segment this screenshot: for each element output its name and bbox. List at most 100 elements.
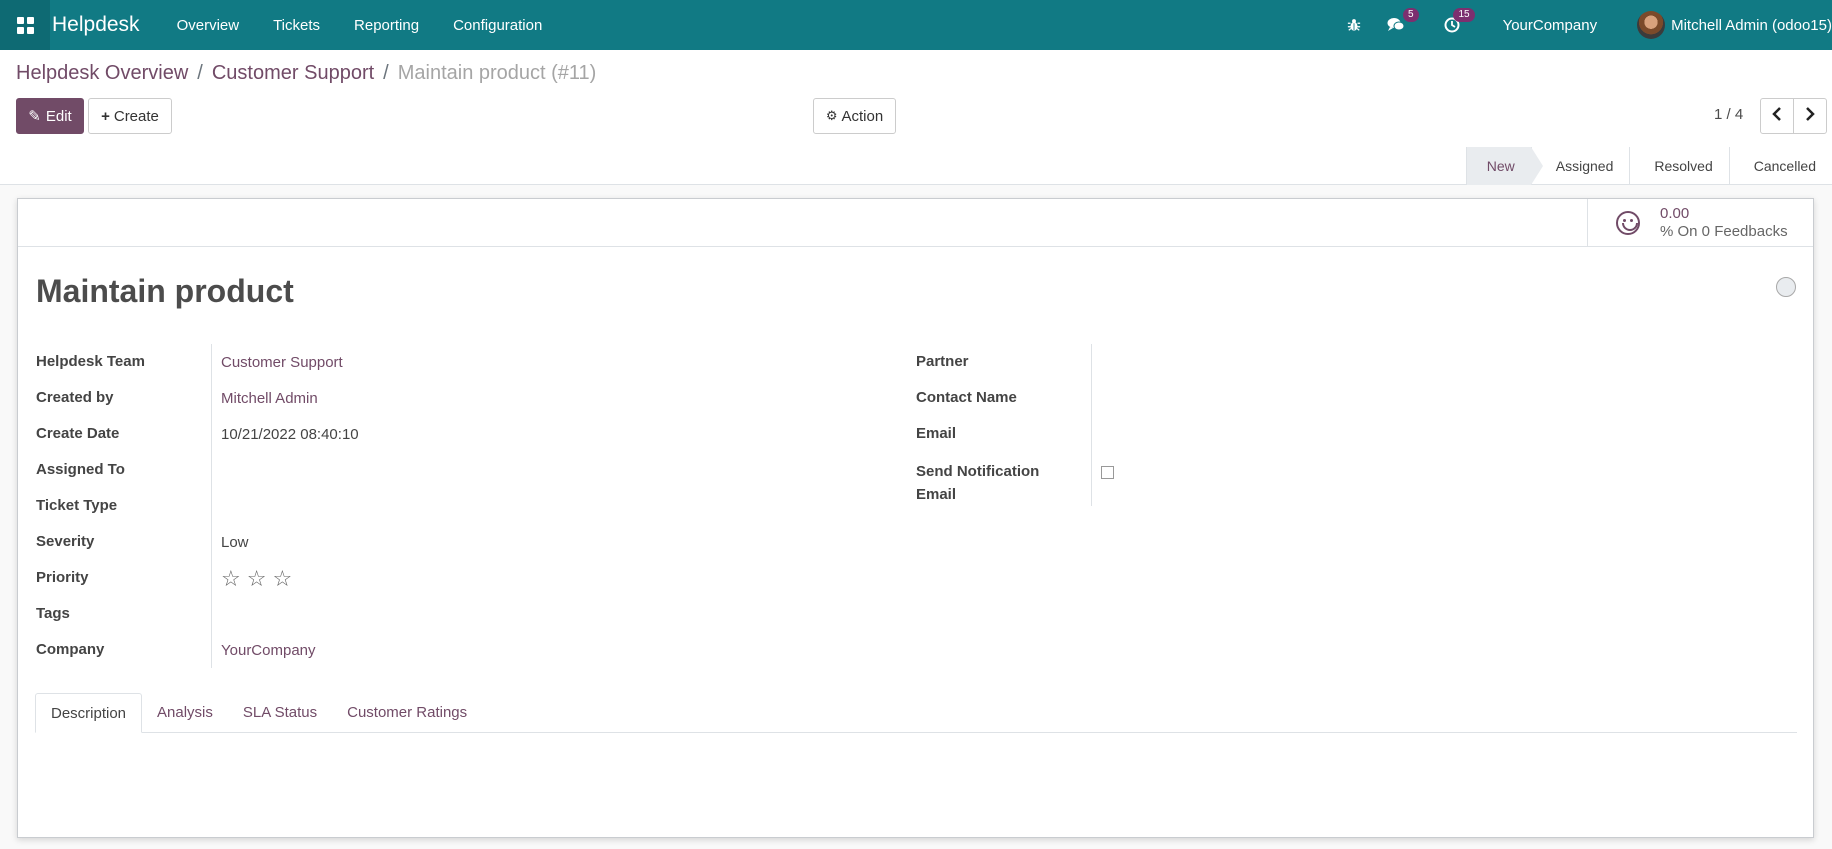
menu-tickets[interactable]: Tickets	[256, 17, 337, 34]
form-sheet: 0.00 % On 0 Feedbacks Maintain product H…	[17, 198, 1814, 838]
field-label: Email	[916, 416, 1092, 452]
plus-icon: +	[101, 107, 110, 125]
notebook-tabs: Description Analysis SLA Status Customer…	[35, 693, 1797, 733]
stage-selector: New Assigned Resolved Cancelled	[1465, 147, 1832, 185]
action-label: Action	[841, 107, 884, 125]
email-value[interactable]	[1092, 416, 1101, 426]
created-by-value[interactable]: Mitchell Admin	[212, 380, 318, 407]
breadcrumb-customer-support[interactable]: Customer Support	[212, 62, 374, 85]
rating-value: 0.00	[1660, 205, 1690, 222]
stage-assigned[interactable]: Assigned	[1530, 147, 1630, 185]
field-label: Created by	[36, 380, 212, 416]
field-label: Contact Name	[916, 380, 1092, 416]
field-helpdesk-team: Helpdesk Team Customer Support	[36, 344, 896, 380]
field-label: Tags	[36, 596, 212, 632]
stage-new[interactable]: New	[1465, 147, 1543, 185]
app-name[interactable]: Helpdesk	[50, 13, 160, 37]
severity-value[interactable]: Low	[212, 524, 249, 551]
priority-stars: ☆ ☆ ☆	[212, 560, 292, 590]
action-button[interactable]: ⚙ Action	[813, 98, 896, 134]
systray: 5 15 YourCompany Mitchell Admin (odoo15)	[1333, 0, 1832, 50]
ticket-title[interactable]: Maintain product	[36, 273, 294, 310]
field-label: Assigned To	[36, 452, 212, 488]
top-navbar: Helpdesk Overview Tickets Reporting Conf…	[0, 0, 1832, 50]
field-label: Create Date	[36, 416, 212, 452]
field-severity: Severity Low	[36, 524, 896, 560]
avatar	[1637, 11, 1666, 39]
breadcrumb-separator: /	[197, 62, 203, 84]
star-icon[interactable]: ☆	[221, 568, 241, 590]
assigned-to-value[interactable]	[212, 452, 221, 462]
field-create-date: Create Date 10/21/2022 08:40:10	[36, 416, 896, 452]
field-ticket-type: Ticket Type	[36, 488, 896, 524]
messages-badge: 5	[1403, 8, 1419, 22]
company-value[interactable]: YourCompany	[212, 632, 316, 659]
field-label: Ticket Type	[36, 488, 212, 524]
field-tags: Tags	[36, 596, 896, 632]
pager-previous-button[interactable]	[1760, 98, 1794, 134]
rating-smart-button[interactable]: 0.00 % On 0 Feedbacks	[1587, 199, 1813, 247]
company-switcher[interactable]: YourCompany	[1503, 17, 1598, 34]
edit-label: Edit	[45, 107, 72, 125]
field-label: Severity	[36, 524, 212, 560]
edit-button[interactable]: ✎ Edit	[16, 98, 84, 134]
star-icon[interactable]: ☆	[272, 568, 292, 590]
tab-customer-ratings[interactable]: Customer Ratings	[332, 693, 482, 733]
apps-menu-button[interactable]	[0, 0, 50, 50]
kanban-state-indicator[interactable]	[1776, 277, 1796, 297]
send-notification-checkbox[interactable]	[1101, 466, 1114, 479]
breadcrumb-separator: /	[383, 62, 389, 84]
field-send-notification-email: Send Notification Email	[916, 452, 1796, 506]
tab-description[interactable]: Description	[35, 693, 143, 733]
field-partner: Partner	[916, 344, 1796, 380]
chevron-right-icon	[1805, 106, 1815, 126]
ticket-details-right: Partner Contact Name Email Send Notifica…	[916, 344, 1796, 506]
pencil-icon: ✎	[28, 108, 41, 125]
menu-reporting[interactable]: Reporting	[337, 17, 436, 34]
field-label: Helpdesk Team	[36, 344, 212, 380]
form-statusbar: New Assigned Resolved Cancelled	[0, 147, 1832, 185]
breadcrumb-current: Maintain product (#11)	[397, 62, 597, 84]
breadcrumb: Helpdesk Overview / Customer Support / M…	[16, 62, 596, 85]
create-button[interactable]: + Create	[88, 98, 172, 134]
stage-cancelled[interactable]: Cancelled	[1728, 147, 1832, 185]
pager-value[interactable]: 1 / 4	[1714, 106, 1743, 123]
notification-value	[1092, 452, 1114, 479]
contact-name-value[interactable]	[1092, 380, 1101, 390]
ticket-details-left: Helpdesk Team Customer Support Created b…	[36, 344, 896, 668]
field-email: Email	[916, 416, 1796, 452]
tab-sla-status[interactable]: SLA Status	[228, 693, 332, 733]
field-label: Company	[36, 632, 212, 668]
rating-label: % On 0 Feedbacks	[1660, 223, 1788, 240]
create-date-value: 10/21/2022 08:40:10	[221, 426, 359, 443]
ticket-type-value[interactable]	[212, 488, 221, 498]
menu-overview[interactable]: Overview	[160, 17, 257, 34]
field-contact-name: Contact Name	[916, 380, 1796, 416]
partner-value[interactable]	[1092, 344, 1101, 354]
helpdesk-team-value[interactable]: Customer Support	[212, 344, 343, 371]
pager-next-button[interactable]	[1793, 98, 1827, 134]
bug-icon[interactable]	[1345, 16, 1363, 34]
gear-icon: ⚙	[825, 108, 838, 123]
field-created-by: Created by Mitchell Admin	[36, 380, 896, 416]
tags-value[interactable]	[212, 596, 221, 606]
field-company: Company YourCompany	[36, 632, 896, 668]
create-label: Create	[113, 107, 159, 125]
stage-resolved[interactable]: Resolved	[1629, 147, 1728, 185]
user-menu[interactable]: Mitchell Admin (odoo15)	[1637, 11, 1832, 39]
breadcrumb-helpdesk-overview[interactable]: Helpdesk Overview	[16, 62, 188, 85]
menu-configuration[interactable]: Configuration	[436, 17, 559, 34]
chevron-left-icon	[1772, 106, 1782, 126]
star-icon[interactable]: ☆	[247, 568, 267, 590]
activities-badge: 15	[1453, 8, 1475, 22]
clock-icon[interactable]: 15	[1443, 8, 1475, 34]
field-label: Partner	[916, 344, 1092, 380]
user-name: Mitchell Admin (odoo15)	[1671, 16, 1832, 34]
tab-analysis[interactable]: Analysis	[142, 693, 228, 733]
button-box: 0.00 % On 0 Feedbacks	[18, 199, 1813, 247]
chat-icon[interactable]: 5	[1387, 8, 1419, 34]
smiley-icon	[1616, 211, 1640, 235]
apps-grid-icon	[16, 16, 34, 34]
field-priority: Priority ☆ ☆ ☆	[36, 560, 896, 596]
field-assigned-to: Assigned To	[36, 452, 896, 488]
